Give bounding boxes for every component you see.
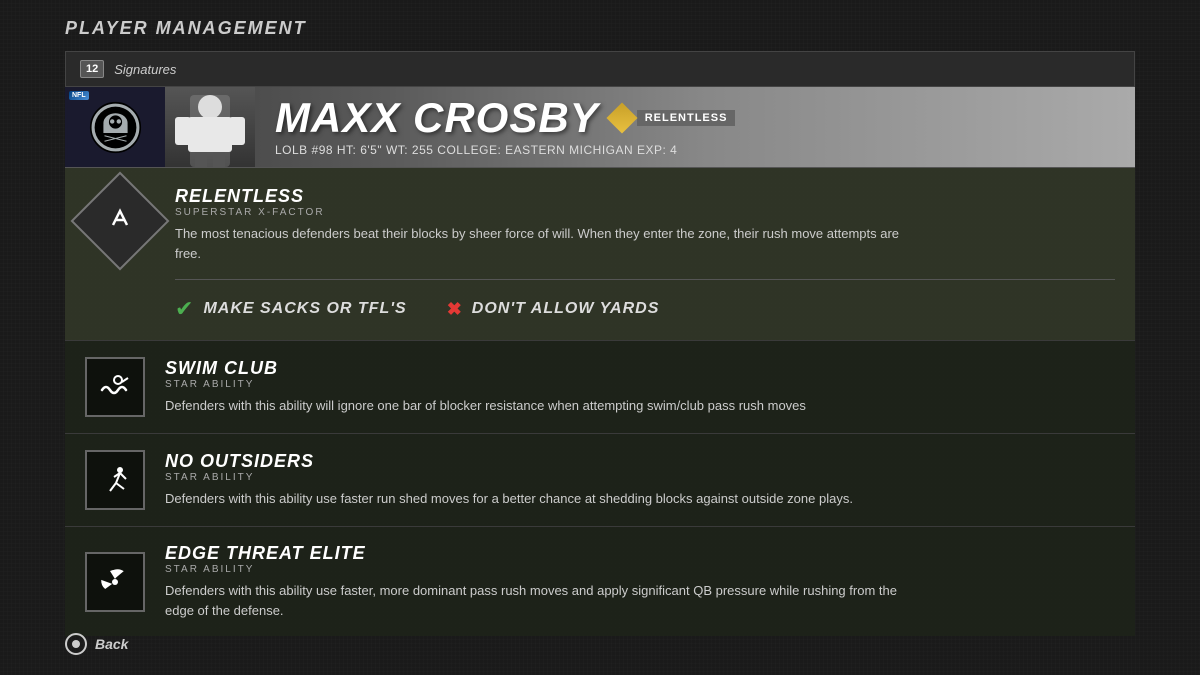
player-name-row: MAXX CROSBY RELENTLESS [275, 97, 1115, 139]
star-ability-text-0: SWIM CLUB STAR ABILITY Defenders with th… [165, 358, 1115, 416]
xfactor-icon [105, 203, 135, 239]
star-ability-desc-2: Defenders with this ability use faster, … [165, 581, 915, 620]
player-header: NFL [65, 87, 1135, 167]
xfactor-row: RELENTLESS SUPERSTAR X-FACTOR The most t… [85, 186, 1115, 263]
star-ability-name-2: EDGE THREAT ELITE [165, 543, 1115, 564]
nfl-badge: NFL [69, 91, 89, 100]
xfactor-section: RELENTLESS SUPERSTAR X-FACTOR The most t… [65, 167, 1135, 340]
back-inner-dot [72, 640, 80, 648]
team-logo-icon [88, 100, 143, 155]
star-icon-box-1 [85, 450, 145, 510]
star-ability-row: SWIM CLUB STAR ABILITY Defenders with th… [65, 340, 1135, 433]
zone-in-item: ✔ MAKE SACKS OR TFL'S [175, 296, 407, 322]
main-container: 12 Signatures NFL [65, 51, 1135, 636]
star-abilities-section: SWIM CLUB STAR ABILITY Defenders with th… [65, 340, 1135, 636]
zone-out-label: DON'T ALLOW YARDS [472, 300, 660, 318]
zone-check-icon: ✔ [175, 296, 193, 322]
xfactor-name: RELENTLESS [175, 186, 1115, 207]
star-icon-box-0 [85, 357, 145, 417]
xfactor-description: The most tenacious defenders beat their … [175, 224, 925, 263]
zone-row: ✔ MAKE SACKS OR TFL'S ✖ DON'T ALLOW YARD… [175, 279, 1115, 322]
star-ability-text-1: NO OUTSIDERS STAR ABILITY Defenders with… [165, 451, 1115, 509]
star-ability-desc-1: Defenders with this ability use faster r… [165, 489, 915, 509]
signatures-label: Signatures [114, 62, 176, 77]
star-ability-desc-0: Defenders with this ability will ignore … [165, 396, 915, 416]
back-label: Back [95, 636, 128, 652]
star-ability-row: NO OUTSIDERS STAR ABILITY Defenders with… [65, 433, 1135, 526]
player-name: MAXX CROSBY [275, 97, 599, 139]
star-ability-type-0: STAR ABILITY [165, 379, 1115, 390]
star-icon-box-2 [85, 552, 145, 612]
xfactor-text: RELENTLESS SUPERSTAR X-FACTOR The most t… [175, 186, 1115, 263]
zone-in-label: MAKE SACKS OR TFL'S [203, 300, 406, 318]
zone-x-icon: ✖ [447, 299, 462, 320]
signatures-bar: 12 Signatures [65, 51, 1135, 87]
diamond-icon [606, 102, 637, 133]
star-ability-type-2: STAR ABILITY [165, 564, 1115, 575]
xfactor-icon-wrapper [85, 186, 155, 256]
ability-diamond: RELENTLESS [611, 107, 736, 129]
player-silhouette [170, 87, 250, 167]
back-button[interactable]: Back [65, 633, 128, 655]
star-ability-name-1: NO OUTSIDERS [165, 451, 1115, 472]
xfactor-type: SUPERSTAR X-FACTOR [175, 207, 1115, 218]
star-ability-text-2: EDGE THREAT ELITE STAR ABILITY Defenders… [165, 543, 1115, 620]
page-title: PLAYER MANAGEMENT [0, 0, 1200, 51]
star-ability-row: EDGE THREAT ELITE STAR ABILITY Defenders… [65, 526, 1135, 636]
back-circle-icon [65, 633, 87, 655]
star-ability-name-0: SWIM CLUB [165, 358, 1115, 379]
player-photo [165, 87, 255, 167]
signatures-badge: 12 [80, 60, 104, 78]
zone-out-item: ✖ DON'T ALLOW YARDS [447, 299, 660, 320]
player-info: MAXX CROSBY RELENTLESS LOLB #98 HT: 6'5"… [255, 97, 1135, 157]
player-details: LOLB #98 HT: 6'5" WT: 255 COLLEGE: EASTE… [275, 143, 1115, 157]
team-logo-area: NFL [65, 87, 165, 167]
star-ability-type-1: STAR ABILITY [165, 472, 1115, 483]
ability-tag: RELENTLESS [637, 110, 736, 126]
